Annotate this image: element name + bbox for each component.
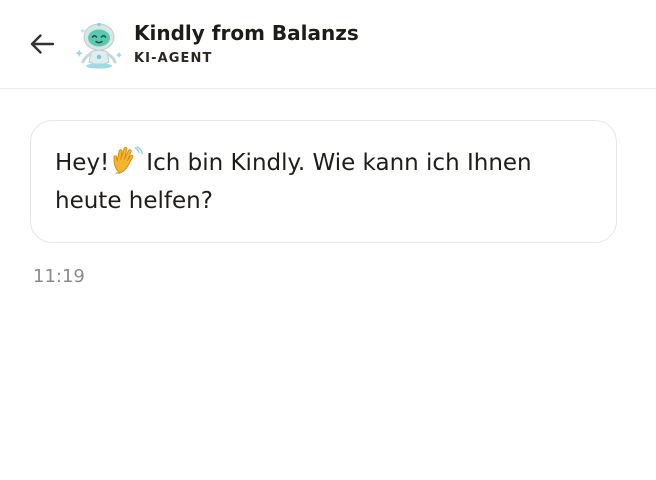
- chat-window: Kindly from Balanzs KI-AGENT Hey! Ich bi…: [0, 0, 656, 480]
- message-text: Hey! Ich bin Kindly. Wie kann ich Ihnen …: [55, 144, 598, 220]
- arrow-left-icon: [30, 34, 55, 54]
- message-timestamp: 11:19: [33, 266, 85, 287]
- agent-name: Kindly from Balanzs: [134, 21, 359, 45]
- message-bubble: Hey! Ich bin Kindly. Wie kann ich Ihnen …: [30, 120, 617, 243]
- agent-role: KI-AGENT: [134, 51, 213, 66]
- robot-avatar-icon: [75, 22, 122, 69]
- back-button[interactable]: [22, 24, 62, 64]
- waving-hand-icon: [111, 146, 144, 176]
- chat-header: Kindly from Balanzs KI-AGENT: [0, 0, 656, 89]
- message-greeting: Hey!: [55, 150, 110, 176]
- avatar: [74, 22, 126, 70]
